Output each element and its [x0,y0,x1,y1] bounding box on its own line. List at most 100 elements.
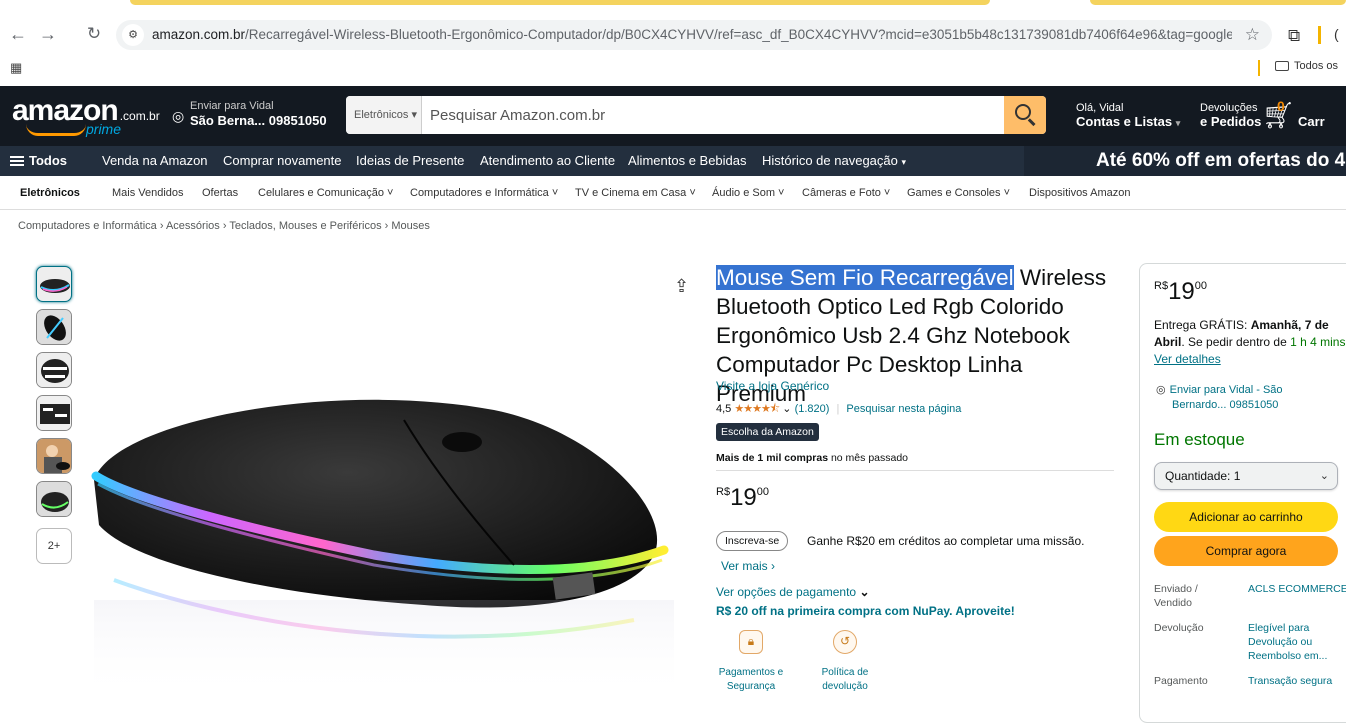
rating-count-link[interactable]: (1.820) [795,403,830,415]
product-main-image[interactable] [74,380,674,707]
return-link[interactable]: Elegível para Devolução ou Reembolso em.… [1248,621,1346,663]
see-more-link[interactable]: Ver mais › [721,559,775,573]
site-header: amazon .com.br prime ◎ Enviar para Vidal … [0,86,1346,146]
category-subnav: Eletrônicos Mais Vendidos Ofertas Celula… [0,176,1346,210]
subnav-item-cameras[interactable]: Câmeras e Foto ˅ [802,187,890,199]
toolbar-divider [1318,26,1321,44]
subnav-item-audio[interactable]: Áudio e Som ˅ [712,187,784,199]
returns-orders[interactable]: Devoluções e Pedidos [1200,102,1261,129]
search-page-link[interactable]: Pesquisar nesta página [846,403,961,415]
subnav-item-deals[interactable]: Ofertas [202,187,238,199]
nav-item-customer-service[interactable]: Atendimento ao Cliente [480,153,615,168]
smile-arrow-icon [26,124,86,136]
cart-label: Carr [1298,114,1325,129]
main-nav: Todos Venda na Amazon Comprar novamente … [0,146,1346,176]
return-box-icon: ↺ [833,630,857,654]
payment-link[interactable]: Transação segura [1248,674,1346,688]
search-icon [1015,104,1031,120]
nav-item-history[interactable]: Histórico de navegação ▾ [762,153,906,168]
prime-label: prime [86,121,122,137]
search-category-select[interactable]: Eletrônicos ▾ [346,96,422,134]
reward-text: Ganhe R$20 em créditos ao completar uma … [807,534,1085,548]
breadcrumb: Computadores e Informática › Acessórios … [18,220,430,232]
search-input[interactable] [422,96,1004,134]
subnav-item-phones[interactable]: Celulares e Comunicação ˅ [258,187,393,199]
thumbnail-image[interactable] [36,266,72,302]
breadcrumb-item[interactable]: Computadores e Informática [18,220,157,232]
row-key: Devolução [1154,622,1204,634]
account-label: Contas e Listas ▾ [1076,114,1181,129]
rating-stars-icon[interactable]: ★★★★⯪ [734,403,780,415]
row-key: Pagamento [1154,675,1208,687]
nav-item-food[interactable]: Alimentos e Bebidas [628,153,747,168]
nav-item-sell[interactable]: Venda na Amazon [102,153,208,168]
quantity-select[interactable]: Quantidade: 1 ⌄ [1154,462,1338,490]
nav-item-gift-ideas[interactable]: Ideias de Presente [356,153,464,168]
subnav-item-computers[interactable]: Computadores e Informática ˅ [410,187,558,199]
product-price: R$1900 [716,484,770,511]
cart-count: 0 [1277,98,1285,114]
feature-return-policy[interactable]: ↺ Política de devolução [810,630,880,694]
payment-options-link[interactable]: Ver opções de pagamento ⌄ [716,585,870,599]
share-icon[interactable]: ⇪ [674,276,689,297]
add-to-cart-button[interactable]: Adicionar ao carrinho [1154,502,1338,532]
bookmark-folder[interactable]: Todos os [1275,60,1338,72]
subscribe-button[interactable]: Inscreva-se [716,531,789,551]
thumbnail-image[interactable] [36,309,72,345]
url-text[interactable]: amazon.com.br/Recarregável-Wireless-Blue… [152,27,1232,42]
subnav-item-games[interactable]: Games e Consoles ˅ [907,187,1010,199]
search-button[interactable] [1004,96,1046,134]
store-link[interactable]: Visite a loja Genérico [716,379,829,393]
subnav-item-devices[interactable]: Dispositivos Amazon [1029,187,1131,199]
thumbnail-image[interactable] [36,352,72,388]
bookmark-star-icon[interactable]: ☆ [1245,25,1260,45]
nav-item-buy-again[interactable]: Comprar novamente [223,153,342,168]
subnav-item-tv[interactable]: TV e Cinema em Casa ˅ [575,187,696,199]
location-pin-icon: ◎ [172,108,185,124]
returns-line1: Devoluções [1200,102,1258,114]
account-greeting: Olá, Vidal [1076,102,1124,114]
nav-all-menu[interactable]: Todos [10,153,67,168]
divider: | [836,403,840,415]
amazon-choice-badge: Escolha da Amazon [716,423,819,441]
breadcrumb-item[interactable]: Teclados, Mouses e Periféricos [229,220,381,232]
site-info-icon[interactable]: ⚙ [122,24,144,46]
delivery-details-link[interactable]: Ver detalhes [1154,352,1221,366]
ship-to-link[interactable]: ◎ Enviar para Vidal - São Bernardo... 0985… [1156,383,1283,413]
forward-arrow-icon[interactable]: → [36,24,60,44]
more-images-button[interactable]: 2+ [36,528,72,564]
thumbnail-image[interactable] [36,395,72,431]
stock-status: Em estoque [1154,430,1245,449]
thumbnail-image[interactable] [36,438,72,474]
subnav-item-electronics[interactable]: Eletrônicos [20,187,80,199]
buybox-price: R$1900 [1154,278,1208,305]
breadcrumb-item[interactable]: Mouses [391,220,430,232]
search-bar: Eletrônicos ▾ [346,96,1046,134]
promo-banner[interactable]: Até 60% off em ofertas do 4 [1024,146,1346,176]
feature-payment-security[interactable]: 🔒︎ Pagamentos e Segurança [716,630,786,694]
row-key: Enviado / Vendido [1154,583,1198,609]
lock-icon: 🔒︎ [739,630,763,654]
rating-row: 4,5 ★★★★⯪ ⌄ (1.820) | Pesquisar nesta pá… [716,400,961,419]
extension-puzzle-icon[interactable]: ⧉ [1288,26,1300,46]
chevron-down-icon[interactable]: ⌄ [782,403,791,415]
back-arrow-icon[interactable]: ← [6,24,30,44]
amazon-logo[interactable]: amazon .com.br prime [12,94,160,137]
seller-link[interactable]: ACLS ECOMMERCE [1248,582,1346,596]
thumbnail-image[interactable] [36,481,72,517]
tab-strip [0,0,1346,5]
cart-button[interactable]: 🛒︎ 0 Carr [1262,98,1325,131]
account-lists[interactable]: Olá, Vidal Contas e Listas ▾ [1076,102,1180,129]
location-pin-icon: ◎ [1156,384,1166,396]
apps-grid-icon[interactable]: ▦ [10,60,22,76]
profile-icon[interactable]: ( [1334,26,1339,42]
address-bar[interactable]: ⚙ amazon.com.br/Recarregável-Wireless-Bl… [116,20,1272,50]
breadcrumb-item[interactable]: Acessórios [166,220,220,232]
reload-icon[interactable]: ↻ [82,24,106,44]
bought-count: Mais de 1 mil compras no mês passado [716,452,909,464]
buy-now-button[interactable]: Comprar agora [1154,536,1338,566]
folder-icon [1275,61,1289,72]
nupay-promo-link[interactable]: R$ 20 off na primeira compra com NuPay. … [716,604,1015,618]
subnav-item-best-sellers[interactable]: Mais Vendidos [112,187,184,199]
buy-box: R$1900 Entrega GRÁTIS: Amanhã, 7 de Abri… [1139,263,1346,723]
